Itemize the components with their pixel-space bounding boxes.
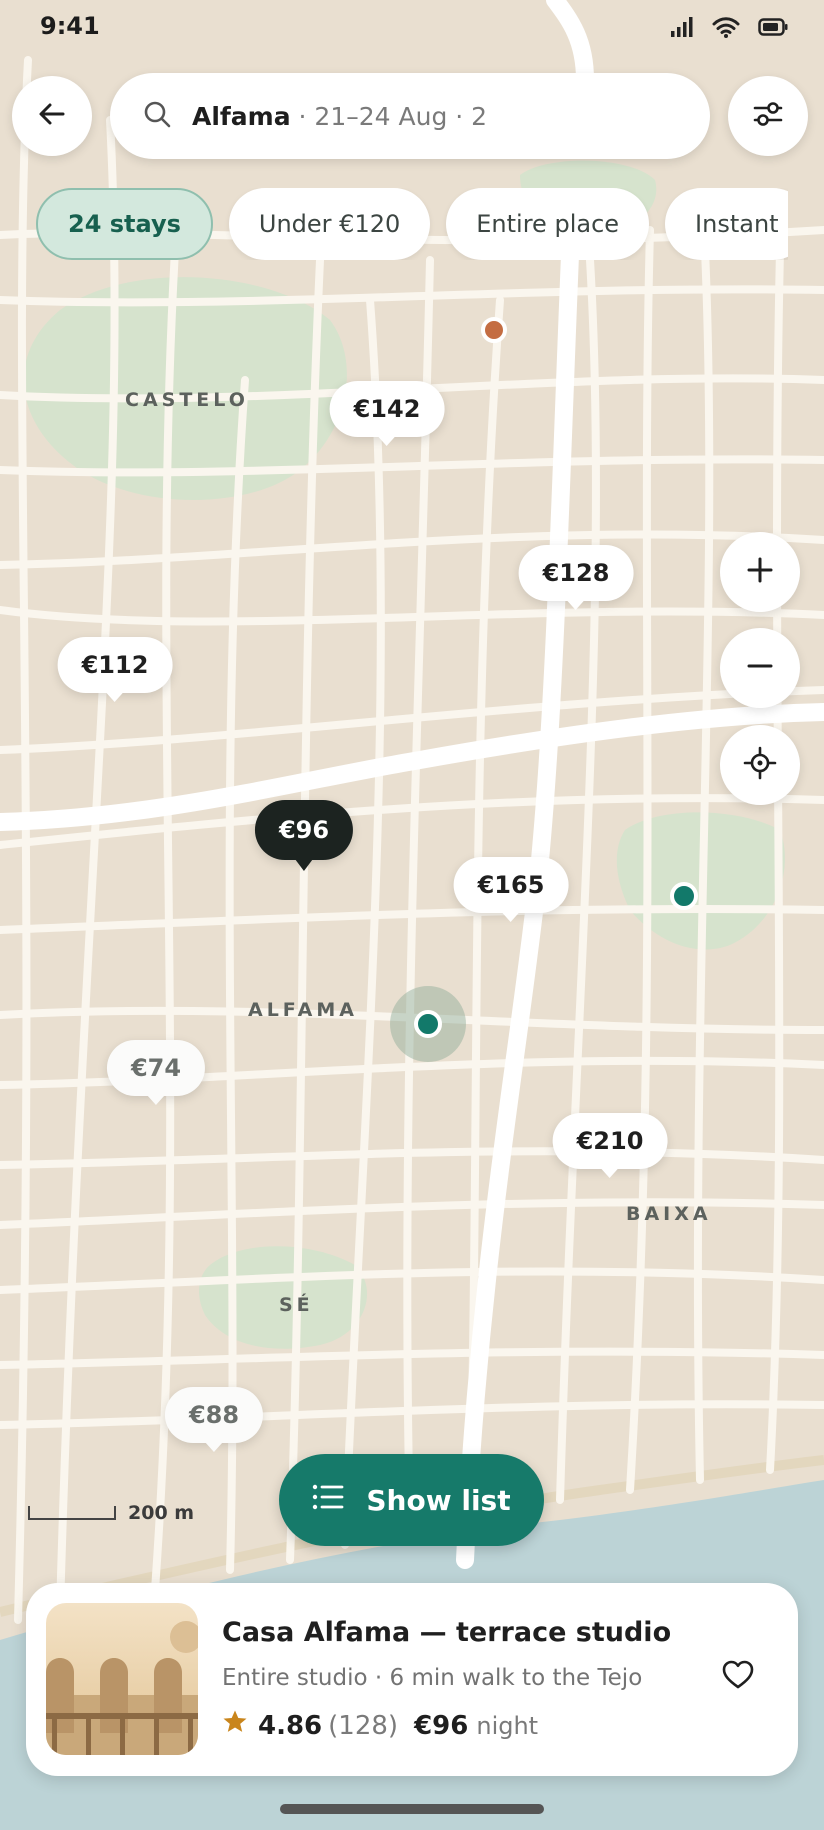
back-button[interactable] — [12, 76, 92, 156]
search-location: Alfama — [192, 101, 291, 131]
show-list-label: Show list — [366, 1483, 511, 1517]
landmark-dot[interactable] — [670, 882, 698, 910]
listing-card[interactable]: Casa Alfama — terrace studio Entire stud… — [26, 1583, 798, 1776]
signal-icon — [670, 17, 694, 41]
area-label-se: SÉ — [279, 1294, 314, 1316]
heart-icon — [722, 1660, 754, 1694]
list-icon — [312, 1483, 344, 1518]
price-marker-128[interactable]: €128 — [518, 545, 634, 610]
listing-price: €96 — [414, 1710, 469, 1741]
listing-thumbnail — [46, 1603, 198, 1755]
map-canvas[interactable] — [0, 0, 824, 1830]
chip-entire-place[interactable]: Entire place — [446, 188, 650, 260]
search-details: · 21–24 Aug · 2 — [290, 101, 488, 131]
status-time: 9:41 — [40, 12, 100, 40]
chip-instant[interactable]: Instant — [665, 188, 788, 260]
zoom-out-button[interactable] — [720, 628, 800, 708]
area-label-castelo: CASTELO — [125, 389, 249, 411]
sliders-icon — [751, 97, 785, 135]
listing-rating: 4.86 — [258, 1710, 323, 1741]
listing-price-unit: night — [476, 1711, 539, 1740]
area-label-baixa: BAIXA — [626, 1203, 712, 1225]
poi-dot[interactable] — [481, 317, 507, 343]
listing-title: Casa Alfama — terrace studio — [222, 1617, 672, 1648]
arrow-left-icon — [36, 98, 68, 134]
wifi-icon — [712, 16, 740, 42]
locate-button[interactable] — [720, 725, 800, 805]
map-scale: 200 m — [28, 1498, 194, 1524]
price-marker-142[interactable]: €142 — [329, 381, 445, 446]
price-marker-112[interactable]: €112 — [57, 637, 173, 702]
filter-chips: 24 stays Under €120 Entire place Instant — [36, 188, 788, 260]
price-marker-210[interactable]: €210 — [552, 1113, 668, 1178]
listing-subtitle: Entire studio · 6 min walk to the Tejo — [222, 1665, 643, 1691]
scale-label: 200 m — [128, 1502, 195, 1524]
chip-price[interactable]: Under €120 — [228, 188, 431, 260]
locate-icon — [743, 746, 777, 784]
status-bar: 9:41 — [0, 0, 824, 56]
price-marker-96-selected[interactable]: €96 — [254, 800, 354, 871]
price-marker-74[interactable]: €74 — [106, 1040, 206, 1105]
listing-meta: 4.86 (128) €96 night — [222, 1709, 538, 1742]
status-icons — [670, 16, 788, 42]
filters-button[interactable] — [728, 76, 808, 156]
search-summary: Alfama · 21–24 Aug · 2 — [192, 102, 487, 131]
show-list-button[interactable]: Show list — [279, 1454, 544, 1546]
chip-stays[interactable]: 24 stays — [36, 188, 213, 260]
zoom-in-icon — [745, 555, 775, 589]
price-marker-88[interactable]: €88 — [164, 1387, 264, 1452]
price-marker-165[interactable]: €165 — [453, 857, 569, 922]
search-bar[interactable]: Alfama · 21–24 Aug · 2 — [110, 73, 710, 159]
search-icon — [142, 99, 172, 133]
area-label-alfama: ALFAMA — [248, 999, 358, 1021]
favorite-button[interactable] — [716, 1655, 760, 1699]
star-icon — [222, 1709, 248, 1742]
current-location-dot — [414, 1010, 442, 1038]
listing-reviews: (128) — [328, 1710, 399, 1741]
home-indicator — [280, 1804, 544, 1814]
battery-icon — [758, 18, 788, 40]
scale-line — [28, 1506, 116, 1520]
zoom-out-icon — [745, 651, 775, 685]
zoom-in-button[interactable] — [720, 532, 800, 612]
